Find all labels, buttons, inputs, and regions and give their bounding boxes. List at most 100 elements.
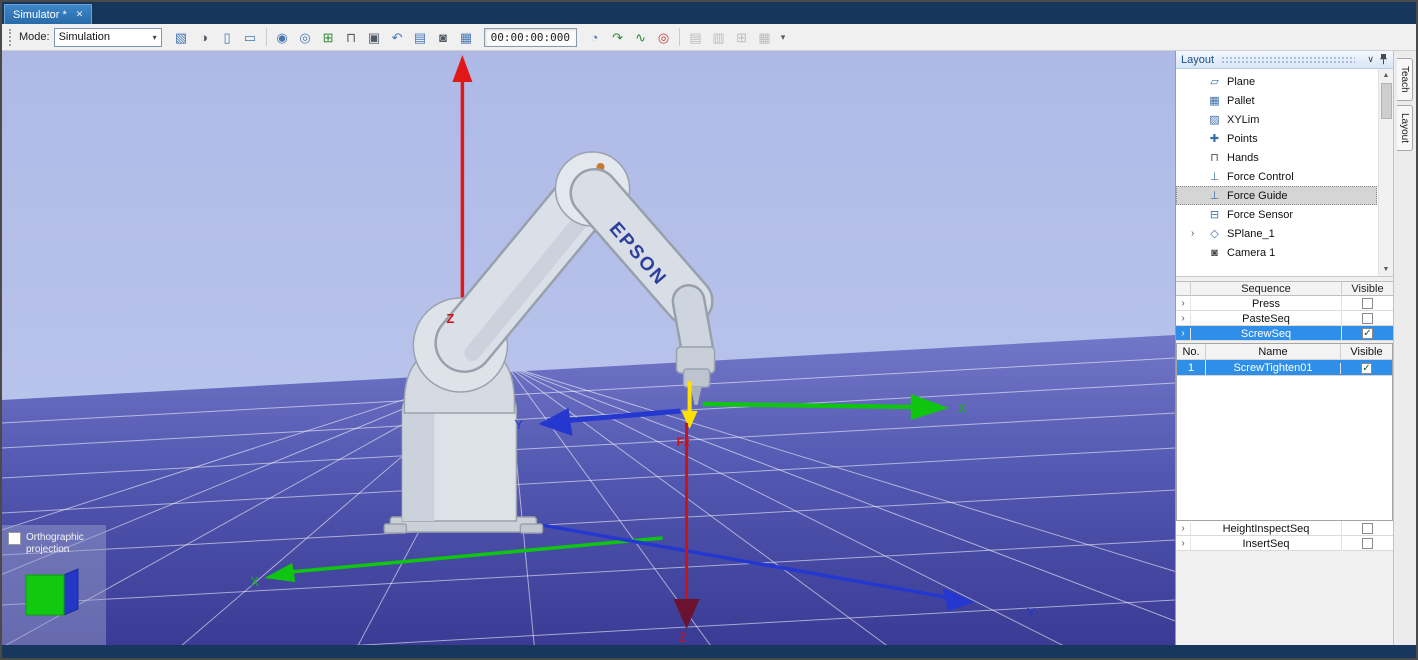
scroll-down-icon[interactable]: ▼ (1383, 263, 1390, 276)
hand-tool-icon: ⊓ (346, 29, 357, 45)
force-sensor-icon: ⊟ (1209, 209, 1220, 221)
record-video-icon: ▦ (459, 29, 473, 45)
visible-checkbox[interactable]: ✓ (1361, 362, 1372, 374)
add-camera-button[interactable]: ⊞ (317, 26, 340, 48)
align-window-2-icon: ▥ (712, 29, 725, 45)
toolbar-overflow-button[interactable]: ▾ (776, 26, 790, 48)
view-flat-icon: ▭ (243, 29, 257, 45)
toolbar-separator (265, 28, 267, 46)
layout-item-label: Pallet (1227, 94, 1255, 107)
reset-view-button[interactable]: ↶ (386, 26, 409, 48)
camera-follow-button[interactable]: ◎ (294, 26, 317, 48)
layout-item-force-control[interactable]: ⊥ Force Control (1176, 167, 1377, 186)
align-window-1-icon: ▤ (689, 29, 702, 45)
expand-icon[interactable]: › (1176, 328, 1190, 339)
step-number: 1 (1187, 362, 1195, 374)
sim-speed-icon: ◔ (590, 29, 599, 45)
visible-checkbox[interactable] (1362, 298, 1373, 309)
align-window-4-button: ▦ (753, 26, 776, 48)
property-grid-button[interactable]: ▤ (409, 26, 432, 48)
layout-item-pallet[interactable]: ▦ Pallet (1176, 91, 1377, 110)
tab-simulator[interactable]: Simulator * ✕ (4, 4, 93, 24)
tab-title: Simulator * (13, 8, 67, 21)
view-wireframe-button[interactable]: ▯ (216, 26, 239, 48)
sequence-row-press[interactable]: › Press (1176, 296, 1393, 311)
step-row-screwtighten01[interactable]: 1 ScrewTighten01 ✓ (1177, 360, 1392, 376)
orthographic-checkbox[interactable] (8, 532, 21, 545)
expand-icon[interactable]: › (1191, 228, 1194, 239)
z-top-label: Z (446, 311, 454, 326)
record-video-button[interactable]: ▦ (455, 26, 478, 48)
layout-item-force-sensor[interactable]: ⊟ Force Sensor (1176, 205, 1377, 224)
layout-item-label: Camera 1 (1227, 246, 1276, 259)
expand-icon[interactable]: › (1176, 523, 1190, 534)
sequence-row-insertseq[interactable]: › InsertSeq (1176, 536, 1393, 551)
name-column-header: Name (1205, 344, 1340, 360)
layout-item-label: Hands (1227, 151, 1259, 164)
align-window-1-button: ▤ (684, 26, 707, 48)
layout-item-points[interactable]: ✚ Points (1176, 129, 1377, 148)
snapshot-button[interactable]: ▣ (363, 26, 386, 48)
expand-icon[interactable]: › (1176, 538, 1190, 549)
virtual-camera-button[interactable]: ◙ (432, 26, 455, 48)
collision-view-button[interactable]: ◎ (652, 26, 675, 48)
sequence-steps-table: No. Name Visible 1 ScrewTighten01 ✓ (1176, 343, 1393, 521)
simulator-toolbar: Mode: Simulation ▾ ▧ ◑ ▯ ▭ ◉ ◎ ⊞ ⊓ ▣ ↶ ▤… (2, 24, 1416, 51)
step-run-button[interactable]: ↷ (606, 26, 629, 48)
layout-item-label: Force Sensor (1227, 208, 1294, 221)
visible-checkbox[interactable] (1362, 523, 1373, 534)
close-icon[interactable]: ✕ (76, 9, 84, 20)
tree-scrollbar[interactable]: ▲ ▼ (1378, 69, 1393, 276)
layout-item-camera-1[interactable]: ◙ Camera 1 (1176, 243, 1377, 262)
layout-item-hands[interactable]: ⊓ Hands (1176, 148, 1377, 167)
sequence-name: Press (1190, 297, 1341, 310)
scroll-up-icon[interactable]: ▲ (1383, 69, 1390, 82)
mode-value: Simulation (58, 31, 110, 43)
graph-button[interactable]: ∿ (629, 26, 652, 48)
add-camera-icon: ⊞ (322, 29, 334, 45)
view-solid-icon: ▧ (174, 29, 188, 45)
sequence-row-pasteseq[interactable]: › PasteSeq (1176, 311, 1393, 326)
scrollbar-thumb[interactable] (1380, 83, 1392, 119)
expand-icon[interactable]: › (1176, 298, 1190, 309)
snapshot-icon: ▣ (367, 29, 381, 45)
orthographic-overlay: Orthographic projection (2, 525, 106, 645)
toolbar-separator (679, 28, 681, 46)
layout-item-plane[interactable]: ▱ Plane (1176, 72, 1377, 91)
header-spacer (1176, 282, 1190, 297)
mode-label: Mode: (19, 31, 50, 43)
visible-checkbox[interactable] (1362, 538, 1373, 549)
toolbar-grip[interactable] (9, 28, 13, 46)
view-flat-button[interactable]: ▭ (239, 26, 262, 48)
hand-tool-button[interactable]: ⊓ (340, 26, 363, 48)
sequence-row-screwseq[interactable]: › ScrewSeq ✓ (1176, 326, 1393, 341)
view-cube-icon[interactable] (18, 565, 84, 623)
layout-panel: Layout ∨ ▱ Plane ▦ Pallet ▨ XYLim ✚ Poin… (1175, 51, 1393, 645)
show-robot-button[interactable]: ◉ (271, 26, 294, 48)
tab-layout[interactable]: Layout (1397, 104, 1413, 151)
mode-dropdown[interactable]: Simulation ▾ (53, 27, 162, 47)
step-name: ScrewTighten01 (1205, 360, 1340, 376)
sequence-name: PasteSeq (1190, 312, 1341, 325)
visible-checkbox[interactable]: ✓ (1362, 328, 1373, 339)
toolbar-overflow-icon: ▾ (780, 31, 786, 42)
visible-checkbox[interactable] (1362, 313, 1373, 324)
tab-teach[interactable]: Teach (1397, 58, 1413, 101)
layout-item-xylim[interactable]: ▨ XYLim (1176, 110, 1377, 129)
pin-icon[interactable] (1379, 54, 1388, 65)
sequence-name: HeightInspectSeq (1190, 522, 1341, 535)
collapse-chevron-icon[interactable]: ∨ (1367, 54, 1374, 65)
xylim-icon: ▨ (1209, 114, 1220, 126)
no-column-header: No. (1182, 346, 1200, 358)
sim-speed-button[interactable]: ◔ (583, 26, 606, 48)
panel-drag-texture (1221, 55, 1356, 64)
sequence-table-header: Sequence Visible (1176, 281, 1393, 297)
viewport-3d[interactable]: EPSON Z X Y Fz Z X Y Orthographic projec… (2, 51, 1175, 645)
view-shaded-button[interactable]: ◑ (193, 26, 216, 48)
layout-item-force-guide[interactable]: ⊥ Force Guide (1176, 186, 1377, 205)
virtual-camera-icon: ◙ (439, 29, 447, 45)
expand-icon[interactable]: › (1176, 313, 1190, 324)
layout-item-splane-1[interactable]: › ◇ SPlane_1 (1176, 224, 1377, 243)
view-solid-button[interactable]: ▧ (170, 26, 193, 48)
sequence-row-heightinspectseq[interactable]: › HeightInspectSeq (1176, 521, 1393, 536)
